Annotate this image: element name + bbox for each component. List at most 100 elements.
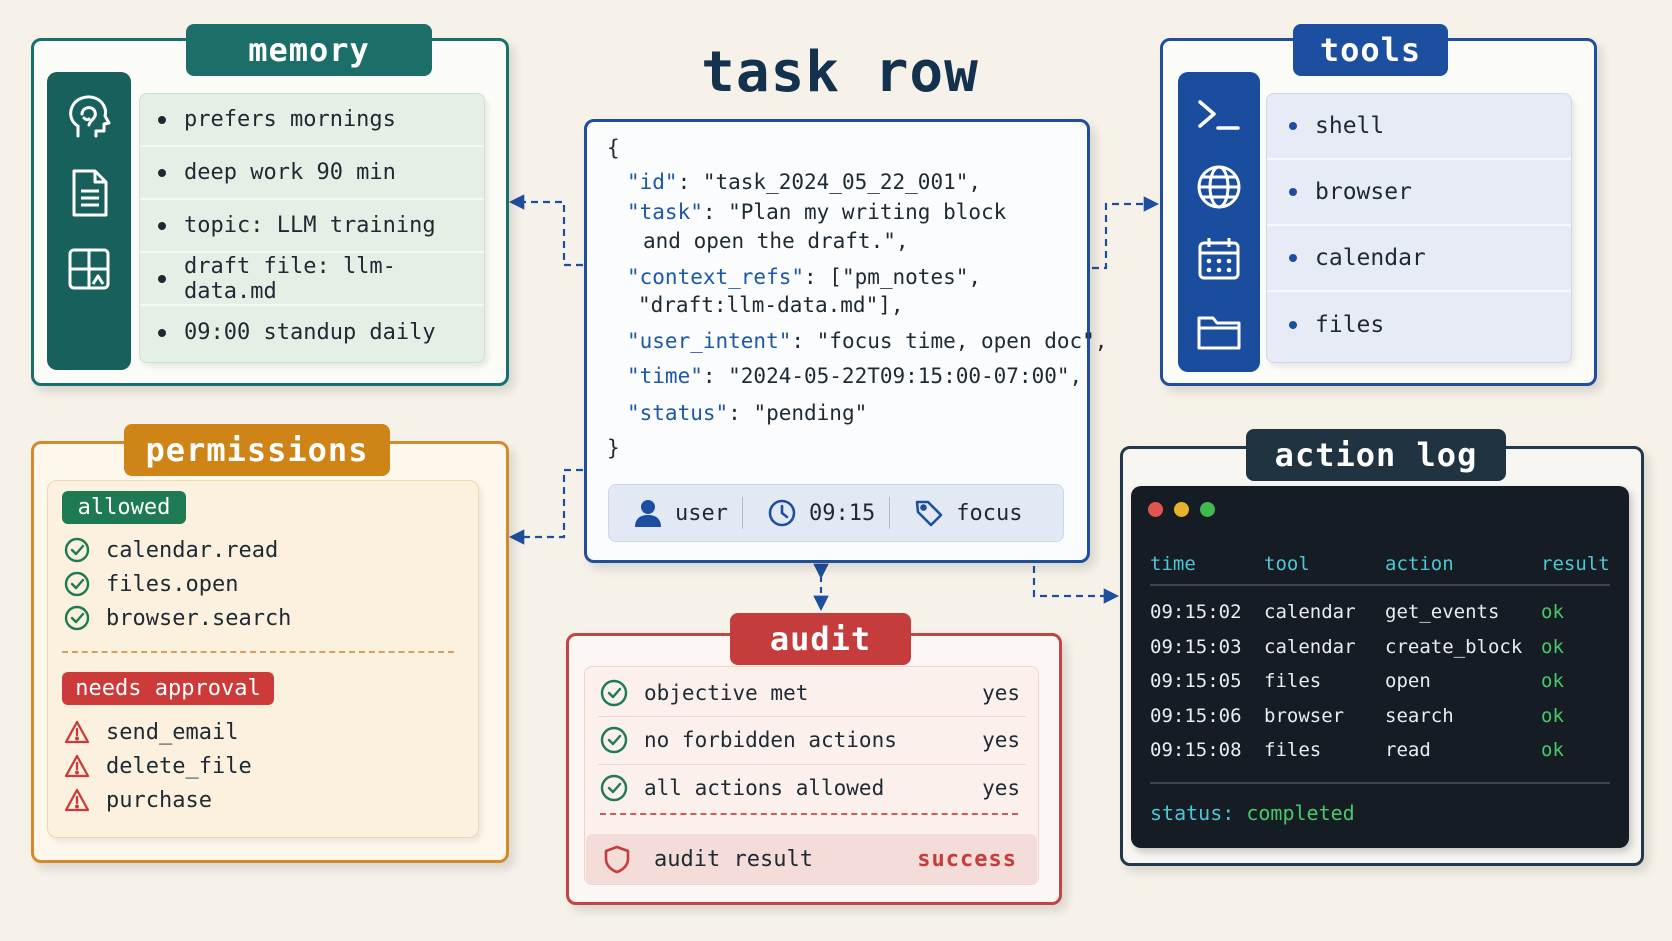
window-minimize-dot [1174,502,1189,517]
check-circle-icon [64,537,90,563]
log-column-header: result [1541,553,1610,575]
list-item: browser [1267,160,1571,226]
allowed-item: files.open [64,569,238,599]
footer-user: user [609,485,742,541]
window-maximize-dot [1200,502,1215,517]
log-cell-action: read [1385,739,1431,761]
footer-user-label: user [675,500,728,526]
warning-icon [64,720,90,744]
permissions-heading: permissions [124,424,390,476]
memory-item-label: prefers mornings [184,107,396,132]
memory-list: prefers mornings deep work 90 min topic:… [139,93,485,363]
action-log-heading: action log [1246,429,1506,481]
audit-heading: audit [730,613,911,665]
user-icon [635,500,661,527]
approval-item: delete_file [64,751,252,781]
log-cell-action: search [1385,705,1454,727]
arrow-task-to-tools [1092,196,1160,270]
log-cell-tool: calendar [1264,636,1356,658]
log-status: status: completed [1150,801,1355,825]
log-cell-result: ok [1541,705,1564,727]
log-header-rule [1150,584,1610,586]
arrow-task-to-permissions [508,468,583,545]
window-close-dot [1148,502,1163,517]
document-icon [72,169,108,217]
tool-item-label: files [1315,312,1385,338]
allowed-item-label: browser.search [106,605,292,631]
needs-approval-badge: needs approval [62,672,274,705]
log-column-header: action [1385,553,1454,575]
audit-result-value: success [917,846,1017,872]
json-context-refs-cont: "draft:llm-data.md"], [638,293,904,317]
audit-check-row: all actions allowed yes [600,768,1020,808]
allowed-item: browser.search [64,603,291,633]
list-item: prefers mornings [140,94,484,147]
log-cell-tool: files [1264,739,1322,761]
approval-item: purchase [64,785,212,815]
footer-time-label: 09:15 [808,500,876,526]
footer-tag: focus [890,485,1036,541]
log-status-value: completed [1246,801,1355,825]
memory-item-label: topic: LLM training [184,213,436,238]
log-cell-result: ok [1541,670,1564,692]
page-title: task row [701,40,979,105]
allowed-item: calendar.read [64,535,278,565]
calendar-icon [1198,238,1240,280]
log-cell-time: 09:15:08 [1150,739,1242,761]
memory-item-label: 09:00 standup daily [184,320,436,345]
log-cell-time: 09:15:05 [1150,670,1242,692]
log-column-header: tool [1264,553,1310,575]
log-cell-action: open [1385,670,1431,692]
check-circle-icon [600,774,628,802]
allowed-item-label: files.open [106,571,239,597]
footer-tag-label: focus [956,500,1023,526]
terminal-icon [1198,100,1240,130]
terminal-window [1131,486,1629,848]
log-status-label: status: [1150,801,1235,825]
json-id: "id": "task_2024_05_22_001", [627,170,982,194]
audit-check-label: all actions allowed [644,776,885,800]
json-time: "time": "2024-05-22T09:15:00-07:00", [627,364,1083,388]
audit-check-value: yes [982,776,1020,800]
tool-item-label: browser [1315,179,1412,205]
folder-icon [1197,316,1241,350]
log-cell-result: ok [1541,739,1564,761]
json-close-brace: } [607,436,620,460]
approval-item-label: delete_file [106,753,252,779]
audit-check-row: no forbidden actions yes [600,720,1020,760]
log-cell-action: create_block [1385,636,1523,658]
layout-icon [68,248,110,290]
shield-icon [604,845,630,874]
approval-item-label: send_email [106,719,239,745]
tools-heading: tools [1293,24,1448,76]
list-item: deep work 90 min [140,147,484,200]
allowed-item-label: calendar.read [106,537,279,563]
log-cell-result: ok [1541,636,1564,658]
check-circle-icon [64,571,90,597]
audit-check-label: no forbidden actions [644,728,897,752]
json-task-cont: and open the draft.", [643,229,909,253]
approval-item: send_email [64,717,238,747]
log-cell-time: 09:15:03 [1150,636,1242,658]
audit-check-value: yes [982,728,1020,752]
memory-item-label: deep work 90 min [184,160,396,185]
check-circle-icon [64,605,90,631]
memory-item-label: draft file: llm-data.md [184,253,396,304]
tools-icon-bar [1178,72,1260,372]
log-cell-result: ok [1541,601,1564,623]
warning-icon [64,754,90,778]
log-cell-tool: calendar [1264,601,1356,623]
arrow-task-to-memory [508,194,583,267]
json-user-intent: "user_intent": "focus time, open doc", [627,329,1108,353]
allowed-badge: allowed [62,491,186,524]
list-item: calendar [1267,226,1571,292]
json-open-brace: { [607,136,620,160]
json-context-refs: "context_refs": ["pm_notes", [627,265,982,289]
footer-time: 09:15 [743,485,889,541]
audit-check-value: yes [982,681,1020,705]
tool-item-label: calendar [1315,245,1426,271]
tools-list: shell browser calendar files [1266,93,1572,363]
log-cell-time: 09:15:02 [1150,601,1242,623]
tag-icon [915,500,943,527]
list-item: 09:00 standup daily [140,306,484,359]
